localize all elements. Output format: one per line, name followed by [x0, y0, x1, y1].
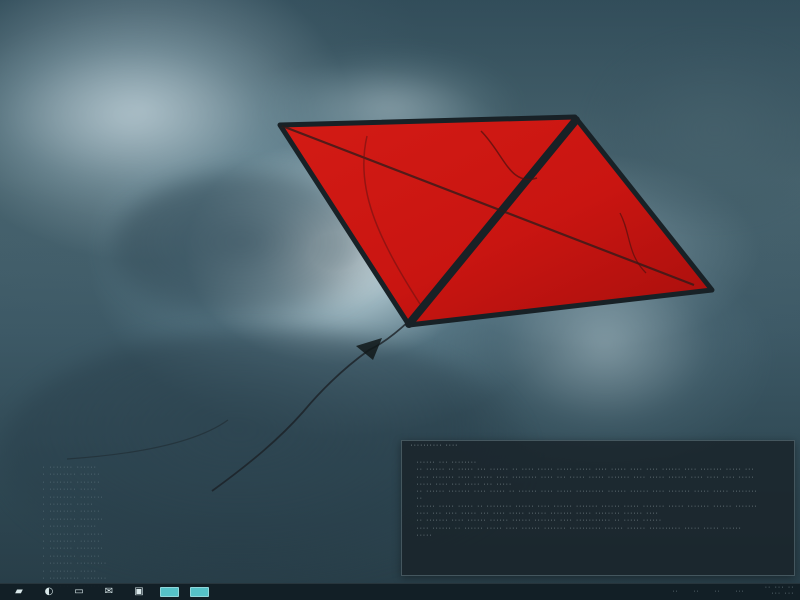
- terminal-line: ······ ····· ····· ·· ········ ······ ··…: [416, 503, 758, 510]
- cloud-layer: [110, 170, 400, 330]
- desktop-list-item[interactable]: · ······· ······: [42, 465, 142, 472]
- cloud-layer: [260, 48, 520, 168]
- desktop-list-item[interactable]: · ········ ·····: [42, 487, 142, 494]
- desktop-list-item[interactable]: · ······· ·······: [42, 480, 142, 487]
- terminal-window[interactable]: ·········· ···· ······ ··· ········ ·· ·…: [401, 440, 795, 576]
- desktop-list-item[interactable]: · ········ ·······: [42, 495, 142, 502]
- active-app-icon: [189, 587, 209, 597]
- desktop-file-list: · ······· ······ · ········ ······ · ···…: [42, 465, 142, 591]
- terminal-icon[interactable]: ▣: [127, 585, 151, 599]
- clock-line-2: ··· ···: [770, 591, 794, 597]
- terminal-line: ····· ···· ··· ····· ··· ·····: [416, 481, 512, 488]
- tray-icon[interactable]: ··: [672, 590, 685, 595]
- desktop-list-item[interactable]: · ······· ·········: [42, 561, 142, 568]
- desktop-list-item[interactable]: · ········ ·····: [42, 569, 142, 576]
- terminal-line: ···· ······ ·· ······ ····· ···· ······ …: [416, 525, 742, 532]
- system-clock[interactable]: ·· ··· ·· ··· ···: [756, 585, 794, 598]
- terminal-titlebar[interactable]: ·········· ····: [402, 441, 794, 454]
- taskbar: ▰ ◐ ▭ ✉ ▣ ·· ·· ·· ··· ·· ··· ·· ··· ···: [0, 583, 800, 600]
- desktop-list-item[interactable]: · ········ ······: [42, 539, 142, 546]
- desktop-list-item[interactable]: · ········· ······: [42, 532, 142, 539]
- active-app-2-button[interactable]: [187, 585, 211, 599]
- desktop-list-item[interactable]: · ······· ········: [42, 546, 142, 553]
- active-app-icon: [159, 587, 179, 597]
- mail-icon[interactable]: ✉: [97, 585, 121, 599]
- terminal-line: ··: [416, 496, 423, 503]
- cloud-layer: [590, 35, 800, 225]
- desktop-wallpaper: · ······· ······ · ········ ······ · ···…: [0, 0, 800, 600]
- terminal-line: ·· ······ ·· ····· ··· ······ ·· ···· ··…: [416, 467, 755, 474]
- desktop-list-item[interactable]: · ········ ······: [42, 472, 142, 479]
- desktop-list-item[interactable]: · ········ ······: [42, 509, 142, 516]
- terminal-line: ·····: [416, 532, 432, 539]
- start-menu-icon[interactable]: ▰: [7, 585, 31, 599]
- system-tray: ·· ·· ·· ··· ·· ··· ·· ··· ···: [624, 585, 794, 598]
- desktop-list-item[interactable]: · ······ ·······: [42, 524, 142, 531]
- terminal-line: ·· ······· ···· ······ ······ ······ ···…: [416, 518, 662, 525]
- browser-icon[interactable]: ◐: [37, 585, 61, 599]
- desktop-list-item[interactable]: · ······· ·····: [42, 502, 142, 509]
- terminal-output[interactable]: ······ ··· ········ ·· ······ ·· ····· ·…: [402, 454, 794, 540]
- terminal-line: ······ ··· ········: [416, 460, 477, 466]
- terminal-line: ···· ······· ···· ······ ···· ········ ·…: [416, 474, 755, 481]
- active-app-1-button[interactable]: [157, 585, 181, 599]
- desktop-list-item[interactable]: · ········ ······: [42, 554, 142, 561]
- tray-icon[interactable]: ··: [714, 590, 727, 595]
- tray-icon[interactable]: ··: [693, 590, 706, 595]
- terminal-line: ·· ······ ······· ···· ····· ·· ······ ·…: [416, 489, 758, 496]
- file-manager-icon[interactable]: ▭: [67, 585, 91, 599]
- desktop-list-item[interactable]: · ········ ·······: [42, 517, 142, 524]
- tray-icon[interactable]: ···: [735, 590, 748, 595]
- terminal-line: ···· ··· ···· ····· ··· ···· ····· ·····…: [416, 511, 659, 518]
